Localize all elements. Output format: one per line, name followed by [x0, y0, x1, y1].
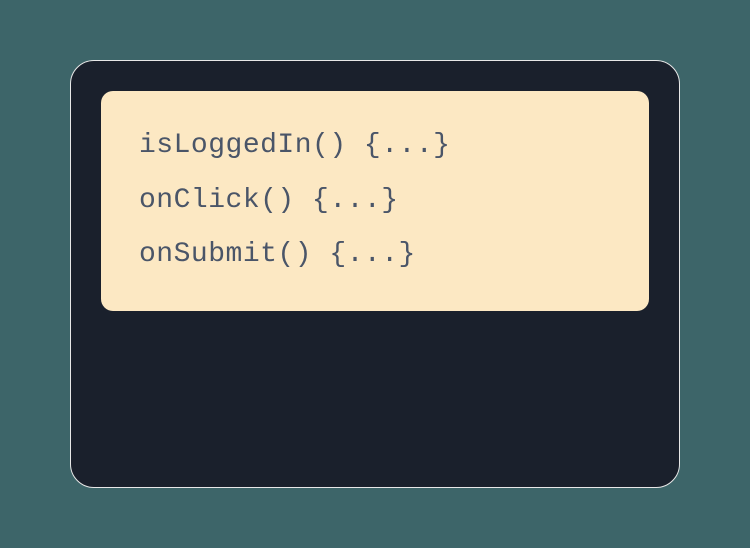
code-line: onSubmit() {...} [139, 228, 611, 283]
code-block: isLoggedIn() {...} onClick() {...} onSub… [101, 91, 649, 311]
code-line: isLoggedIn() {...} [139, 119, 611, 174]
code-line: onClick() {...} [139, 174, 611, 229]
code-panel: isLoggedIn() {...} onClick() {...} onSub… [70, 60, 680, 488]
